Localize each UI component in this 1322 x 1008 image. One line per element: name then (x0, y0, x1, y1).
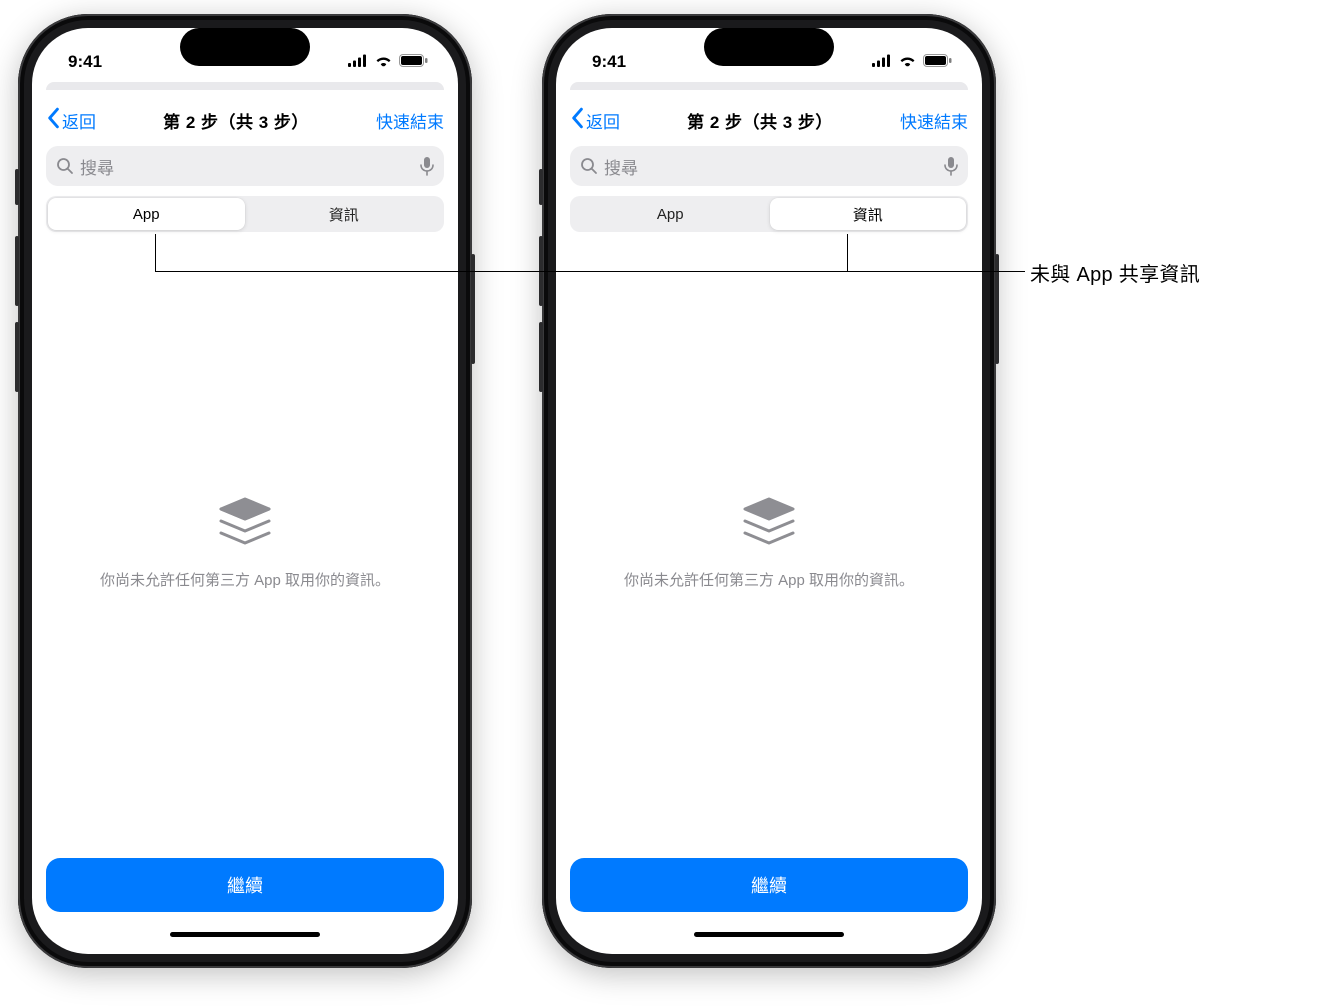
chevron-left-icon (46, 107, 60, 134)
search-placeholder: 搜尋 (604, 154, 938, 179)
back-button[interactable]: 返回 (46, 107, 96, 134)
segment-app[interactable]: App (572, 198, 769, 230)
segment-info[interactable]: 資訊 (770, 198, 967, 230)
segment-app[interactable]: App (48, 198, 245, 230)
segmented-control: App 資訊 (46, 196, 444, 232)
nav-title: 第 2 步（共 3 步） (163, 108, 309, 133)
cellular-icon (872, 52, 892, 72)
quick-exit-button[interactable]: 快速結束 (900, 108, 968, 133)
nav-title: 第 2 步（共 3 步） (687, 108, 833, 133)
dynamic-island (180, 28, 310, 66)
dynamic-island (704, 28, 834, 66)
segment-app-label: App (133, 206, 160, 223)
search-input[interactable]: 搜尋 (46, 146, 444, 186)
segmented-wrap: App 資訊 (32, 196, 458, 242)
wifi-icon (898, 52, 917, 72)
volume-down-button[interactable] (15, 236, 19, 306)
phone-left: 9:41 (18, 14, 472, 968)
battery-icon (399, 52, 428, 72)
search-icon (580, 157, 598, 175)
stage: 9:41 (0, 0, 1322, 1008)
action-button[interactable] (15, 322, 19, 392)
volume-up-button[interactable] (15, 169, 19, 205)
segment-info-label: 資訊 (329, 204, 359, 225)
battery-icon (923, 52, 952, 72)
continue-button[interactable]: 繼續 (46, 858, 444, 912)
status-right (872, 52, 952, 72)
continue-button[interactable]: 繼續 (570, 858, 968, 912)
action-button[interactable] (539, 322, 543, 392)
back-label: 返回 (586, 108, 620, 133)
mic-icon[interactable] (420, 156, 434, 176)
bottom-bar: 繼續 (32, 846, 458, 926)
chevron-left-icon (570, 107, 584, 134)
search-input[interactable]: 搜尋 (570, 146, 968, 186)
screen: 9:41 (32, 28, 458, 954)
search-wrap: 搜尋 (32, 142, 458, 196)
cellular-icon (348, 52, 368, 72)
back-button[interactable]: 返回 (570, 107, 620, 134)
stack-icon (739, 495, 799, 552)
bottom-bar: 繼續 (556, 846, 982, 926)
nav-bar: 返回 第 2 步（共 3 步） 快速結束 (556, 98, 982, 142)
empty-message: 你尚未允許任何第三方 App 取用你的資訊。 (624, 570, 914, 593)
status-right (348, 52, 428, 72)
callout-connector (155, 271, 848, 272)
callout-connector (155, 234, 156, 272)
segmented-control: App 資訊 (570, 196, 968, 232)
callout-connector (847, 271, 1025, 272)
mic-icon[interactable] (944, 156, 958, 176)
volume-up-button[interactable] (539, 169, 543, 205)
search-wrap: 搜尋 (556, 142, 982, 196)
segmented-wrap: App 資訊 (556, 196, 982, 242)
quick-exit-button[interactable]: 快速結束 (376, 108, 444, 133)
callout-connector (847, 234, 848, 272)
segment-info[interactable]: 資訊 (246, 198, 443, 230)
screen: 9:41 (556, 28, 982, 954)
segment-info-label: 資訊 (853, 204, 883, 225)
callout-label: 未與 App 共享資訊 (1030, 258, 1200, 287)
nav-bar: 返回 第 2 步（共 3 步） 快速結束 (32, 98, 458, 142)
home-indicator[interactable] (556, 926, 982, 954)
status-time: 9:41 (592, 52, 626, 72)
segment-app-label: App (657, 206, 684, 223)
empty-message: 你尚未允許任何第三方 App 取用你的資訊。 (100, 570, 390, 593)
stack-icon (215, 495, 275, 552)
sheet-handle (556, 88, 982, 98)
phone-right: 9:41 (542, 14, 996, 968)
wifi-icon (374, 52, 393, 72)
content-empty: 你尚未允許任何第三方 App 取用你的資訊。 (556, 242, 982, 846)
home-indicator[interactable] (32, 926, 458, 954)
sheet-handle (32, 88, 458, 98)
search-icon (56, 157, 74, 175)
status-time: 9:41 (68, 52, 102, 72)
search-placeholder: 搜尋 (80, 154, 414, 179)
content-empty: 你尚未允許任何第三方 App 取用你的資訊。 (32, 242, 458, 846)
back-label: 返回 (62, 108, 96, 133)
